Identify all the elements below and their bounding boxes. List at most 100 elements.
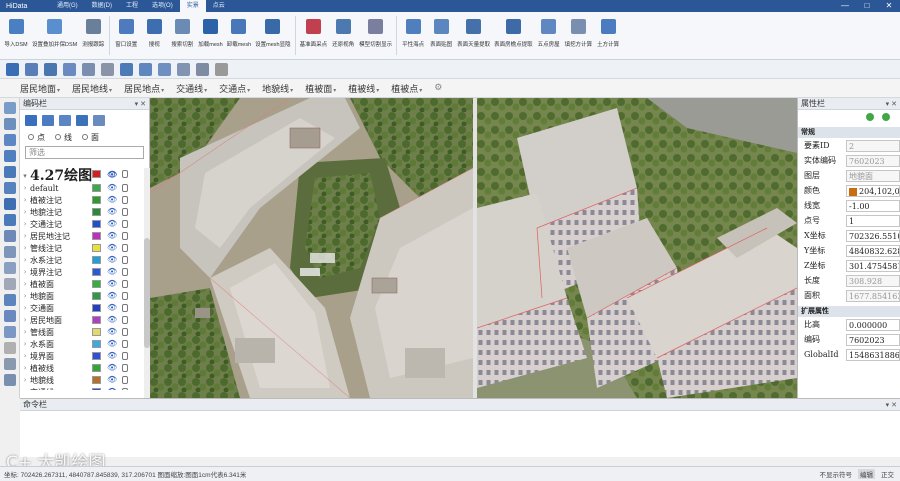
layer-row[interactable]: › 交通注记 👁: [20, 218, 144, 230]
menu-item[interactable]: 工程: [119, 0, 145, 12]
attribute-value[interactable]: 702326.5510: [846, 229, 900, 242]
expand-icon[interactable]: ›: [20, 196, 30, 204]
layer-dropdown[interactable]: 交通点▾: [219, 82, 256, 95]
layer-row[interactable]: › 水系面 👁: [20, 338, 144, 350]
expand-icon[interactable]: ›: [20, 232, 30, 240]
lock-icon[interactable]: [122, 220, 128, 228]
layer-dropdown[interactable]: 植被点▾: [391, 82, 428, 95]
eye-icon[interactable]: 👁: [107, 255, 117, 264]
zoom-out-icon[interactable]: [3, 166, 16, 178]
polyline-icon[interactable]: [3, 198, 16, 210]
erase-icon[interactable]: [82, 62, 95, 76]
eye-icon[interactable]: 👁: [107, 327, 117, 336]
eye-icon[interactable]: 👁: [107, 351, 117, 360]
pointer-icon[interactable]: [6, 62, 19, 76]
lock-icon[interactable]: [122, 388, 128, 390]
menu-item[interactable]: 选项(O): [145, 0, 180, 12]
ribbon-button[interactable]: 加载mesh: [196, 12, 224, 59]
expand-icon[interactable]: ›: [20, 184, 30, 192]
copy-icon[interactable]: [3, 262, 16, 274]
eye-icon[interactable]: 👁: [107, 243, 117, 252]
status-toggle[interactable]: 不显示符号: [820, 469, 853, 479]
expand-icon[interactable]: ›: [20, 208, 30, 216]
layer-row[interactable]: › 植被线 👁: [20, 362, 144, 374]
menu-item[interactable]: 点云: [206, 0, 232, 12]
layer-dropdown[interactable]: 交通线▾: [176, 82, 213, 95]
expand-icon[interactable]: ›: [20, 376, 30, 384]
survey-icon[interactable]: [120, 62, 133, 76]
map-view-3d[interactable]: [477, 98, 797, 398]
eye-icon[interactable]: 👁: [107, 183, 117, 192]
layer-row[interactable]: ›交通线 👁: [20, 386, 144, 390]
expand-icon[interactable]: ›: [20, 268, 30, 276]
geometry-radio[interactable]: 面: [82, 132, 99, 143]
expand-icon[interactable]: ›: [20, 340, 30, 348]
ribbon-button[interactable]: 导入DSM: [2, 12, 30, 59]
layer-group[interactable]: ▾ 4.27绘图 👁: [20, 168, 144, 184]
layer-row[interactable]: › 水系注记 👁: [20, 254, 144, 266]
layer-row[interactable]: › 交通面 👁: [20, 302, 144, 314]
expand-icon[interactable]: ›: [20, 256, 30, 264]
expand-icon[interactable]: ›: [20, 328, 30, 336]
image-icon[interactable]: [25, 62, 38, 76]
layer-row[interactable]: › 境界注记 👁: [20, 266, 144, 278]
expand-icon[interactable]: ›: [20, 364, 30, 372]
settings-icon[interactable]: [215, 62, 228, 76]
lock-icon[interactable]: [122, 340, 128, 348]
close-icon[interactable]: [3, 342, 16, 354]
pen-icon[interactable]: [177, 62, 190, 76]
polygon-icon[interactable]: [3, 214, 16, 226]
expand-icon[interactable]: ›: [20, 292, 30, 300]
maximize-button[interactable]: □: [856, 0, 878, 12]
expand-icon[interactable]: ›: [20, 244, 30, 252]
lock-icon[interactable]: [122, 292, 128, 300]
lock-icon[interactable]: [122, 352, 128, 360]
attribute-value[interactable]: -1.00: [846, 199, 900, 212]
layer-dropdown[interactable]: 居民地线▾: [72, 82, 118, 95]
sort-icon[interactable]: [76, 114, 88, 126]
eye-icon[interactable]: 👁: [107, 375, 117, 384]
ribbon-button[interactable]: 五点房屋: [535, 12, 563, 59]
layer-row[interactable]: › 管线注记 👁: [20, 242, 144, 254]
ribbon-button[interactable]: 还原视角: [329, 12, 357, 59]
status-toggle[interactable]: 编辑: [858, 469, 875, 479]
expand-icon[interactable]: ›: [20, 220, 30, 228]
attribute-value[interactable]: 7602023: [846, 333, 900, 346]
ribbon-button[interactable]: 设置mesh显隐: [253, 12, 292, 59]
rotate-icon[interactable]: [3, 246, 16, 258]
attribute-value[interactable]: 204,102,0: [846, 184, 900, 197]
shape-icon[interactable]: [158, 62, 171, 76]
layer-icon[interactable]: [3, 374, 16, 386]
globe-icon[interactable]: [3, 134, 16, 146]
ribbon-button[interactable]: 土方计算: [594, 12, 622, 59]
ribbon-button[interactable]: 基准面采点: [298, 12, 330, 59]
layer-row[interactable]: › 境界面 👁: [20, 350, 144, 362]
filter-icon[interactable]: [93, 114, 105, 126]
expand-icon[interactable]: ›: [20, 352, 30, 360]
geometry-radio[interactable]: 点: [28, 132, 45, 143]
ribbon-button[interactable]: 卸载mesh: [225, 12, 253, 59]
ribbon-button[interactable]: 表面贴图: [427, 12, 455, 59]
eye-icon[interactable]: 👁: [107, 279, 117, 288]
lock-icon[interactable]: [122, 232, 128, 240]
join-icon[interactable]: [3, 310, 16, 322]
eye-icon[interactable]: 👁: [107, 207, 117, 216]
ribbon-button[interactable]: 窗口设置: [112, 12, 140, 59]
layer-row[interactable]: › 地貌面 👁: [20, 290, 144, 302]
eye-icon[interactable]: 👁: [107, 339, 117, 348]
lock-icon[interactable]: [122, 244, 128, 252]
redo-icon[interactable]: [3, 118, 16, 130]
eye-icon[interactable]: 👁: [107, 195, 117, 204]
eye-icon[interactable]: 👁: [107, 303, 117, 312]
eye-icon[interactable]: 👁: [107, 219, 117, 228]
eye-icon[interactable]: 👁: [107, 291, 117, 300]
grid-icon[interactable]: [101, 62, 114, 76]
select-icon[interactable]: [3, 182, 16, 194]
expand-icon[interactable]: ›: [20, 388, 30, 390]
lock-icon[interactable]: [122, 304, 128, 312]
attribute-panel-controls[interactable]: ▾ ✕: [886, 100, 900, 108]
layer-row[interactable]: › 居民地注记 👁: [20, 230, 144, 242]
layer-dropdown[interactable]: 居民地面▾: [20, 82, 66, 95]
lock-icon[interactable]: [122, 268, 128, 276]
geometry-radio[interactable]: 线: [55, 132, 72, 143]
